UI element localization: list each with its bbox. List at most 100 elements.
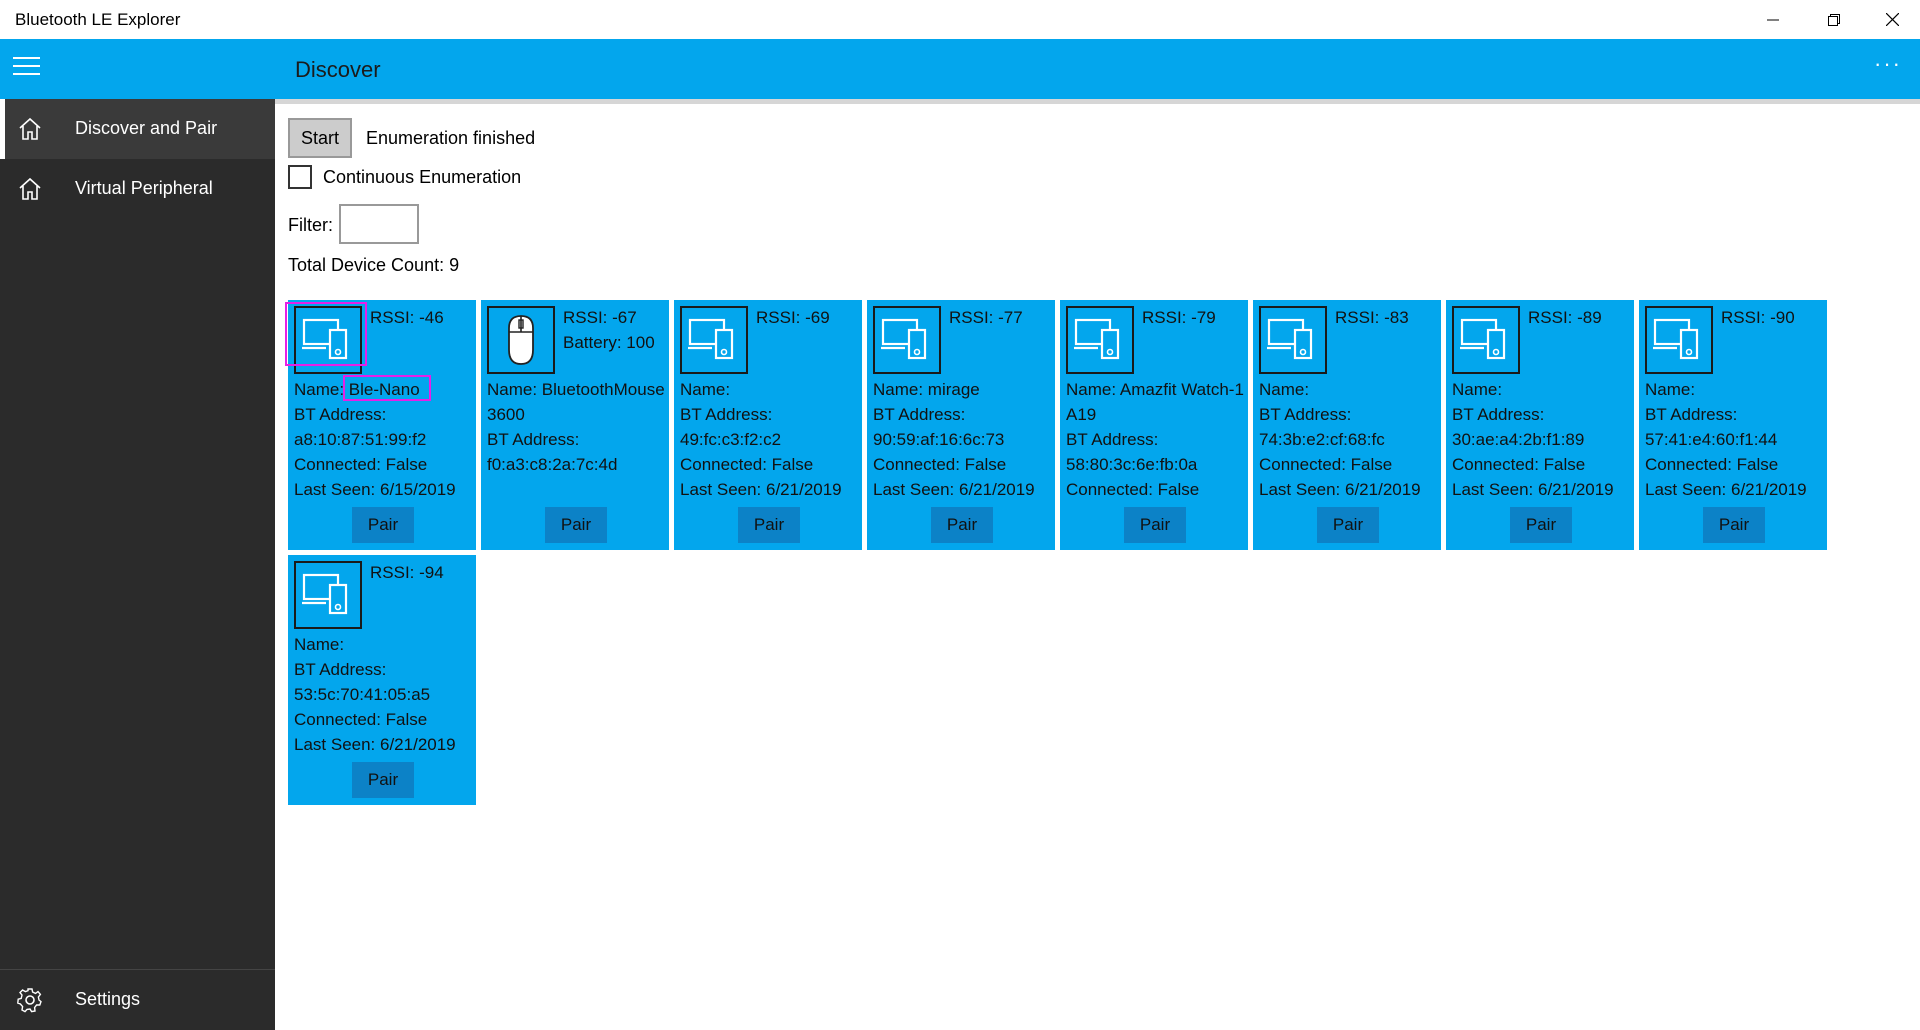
sidebar-item-virtual-peripheral[interactable]: Virtual Peripheral [0,159,275,219]
mouse-icon [487,306,555,374]
device-info: Name: mirage BT Address: 90:59:af:16:6c:73… [873,377,1053,502]
bt-address-value: 53:5c:70:41:05:a5 [294,685,431,704]
computer-phone-icon [1066,306,1134,374]
minimize-button[interactable] [1745,0,1801,39]
device-name: Name: [1645,380,1696,399]
sidebar: Discover and Pair Virtual Peripheral Set… [0,99,275,1030]
page-title: Discover [295,57,381,82]
device-info: Name: BT Address: 30:ae:a4:2b:f1:89 Connect… [1452,377,1632,502]
device-tile[interactable]: RSSI: -69 Name: BT Address: 49:fc:c3:f2:c2 C… [674,300,862,550]
last-seen: Last Seen: 6/21/2019 [1452,480,1614,499]
rssi-value: RSSI: -69 [756,308,830,327]
connection-status: Connected: False [294,710,428,729]
device-info: Name: BT Address: 53:5c:70:41:05:a5 Connect… [294,632,474,757]
last-seen: Last Seen: 6/21/2019 [680,480,842,499]
bt-address-value: 58:80:3c:6e:fb:0a [1066,455,1198,474]
restore-icon [1828,13,1840,26]
start-button[interactable]: Start [288,118,352,158]
selection-indicator [0,99,5,159]
bt-address-value: 90:59:af:16:6c:73 [873,430,1005,449]
app-title: Bluetooth LE Explorer [15,10,181,29]
hamburger-menu-icon[interactable] [13,57,45,81]
computer-phone-icon [1645,306,1713,374]
bt-address-value: 74:3b:e2:cf:68:fc [1259,430,1385,449]
filter-input[interactable] [339,204,419,244]
device-tile[interactable]: RSSI: -90 Name: BT Address: 57:41:e4:60:f1:… [1639,300,1827,550]
bt-address-label: BT Address: [294,660,387,679]
bt-address-value: f0:a3:c8:2a:7c:4d [487,455,618,474]
sidebar-item-label: Virtual Peripheral [75,178,213,198]
connection-status: Connected: False [1066,480,1200,499]
computer-phone-icon [1452,306,1520,374]
bt-address-label: BT Address: [487,430,580,449]
sidebar-item-settings[interactable]: Settings [0,970,275,1030]
bt-address-label: BT Address: [1452,405,1545,424]
filter-label: Filter: [288,215,333,235]
bt-address-label: BT Address: [680,405,773,424]
device-info: Name: BT Address: 49:fc:c3:f2:c2 Connected:… [680,377,860,502]
pair-button[interactable]: Pair [352,762,414,798]
bt-address-label: BT Address: [1645,405,1738,424]
device-tile[interactable]: RSSI: -79 Name: Amazfit Watch-1A19 BT Addr… [1060,300,1248,550]
device-info: Name: BT Address: 57:41:e4:60:f1:44 Connect… [1645,377,1825,502]
device-name: Name: [680,380,731,399]
bt-address-label: BT Address: [294,405,387,424]
device-tile[interactable]: RSSI: -67 Battery: 100 Name: BluetoothMous… [481,300,669,550]
device-name: Name: Amazfit Watch-1A19 [1066,380,1244,424]
enumeration-status: Enumeration finished [366,128,536,148]
rssi-value: RSSI: -77 [949,308,1023,327]
restore-button[interactable] [1806,0,1862,39]
pair-button[interactable]: Pair [1317,507,1379,543]
gear-icon [17,988,42,1013]
pair-button[interactable]: Pair [1703,507,1765,543]
device-name: Name: mirage [873,380,980,399]
continuous-enumeration-checkbox[interactable] [288,165,312,189]
bt-address-value: 49:fc:c3:f2:c2 [680,430,782,449]
last-seen: Last Seen: 6/21/2019 [1645,480,1807,499]
pair-button[interactable]: Pair [1510,507,1572,543]
bt-address-value: 30:ae:a4:2b:f1:89 [1452,430,1585,449]
computer-phone-icon [1259,306,1327,374]
device-name: Name: [294,635,345,654]
bt-address-value: a8:10:87:51:99:f2 [294,430,427,449]
home-icon [19,117,41,140]
pair-button[interactable]: Pair [738,507,800,543]
rssi-value: RSSI: -79 [1142,308,1216,327]
continuous-enumeration-label[interactable]: Continuous Enumeration [323,167,521,188]
rssi-value: RSSI: -83 [1335,308,1409,327]
device-tile[interactable]: RSSI: -89 Name: BT Address: 30:ae:a4:2b:f1:… [1446,300,1634,550]
pair-button[interactable]: Pair [931,507,993,543]
device-info: Name: Amazfit Watch-1A19 BT Address: 58:80… [1066,377,1246,502]
close-button[interactable] [1864,0,1920,39]
minimize-icon [1767,19,1779,20]
device-info: Name: BluetoothMouse3600 BT Address: f0:a3… [487,377,667,477]
device-name: Name: BluetoothMouse3600 [487,380,665,424]
connection-status: Connected: False [1259,455,1393,474]
rssi-value: RSSI: -67 [563,308,637,327]
pair-button[interactable]: Pair [352,507,414,543]
bt-address-label: BT Address: [1259,405,1352,424]
sidebar-item-label: Settings [75,989,141,1009]
device-tile[interactable]: RSSI: -77 Name: mirage BT Address: 90:59:af… [867,300,1055,550]
pair-button[interactable]: Pair [545,507,607,543]
last-seen: Last Seen: 6/21/2019 [873,480,1035,499]
more-options-button[interactable]: ··· [1874,51,1902,77]
pair-button[interactable]: Pair [1124,507,1186,543]
rssi-value: RSSI: -94 [370,563,444,582]
connection-status: Connected: False [873,455,1007,474]
computer-phone-icon [294,561,362,629]
computer-phone-icon [680,306,748,374]
device-name: Name: [1452,380,1503,399]
sidebar-item-discover-and-pair[interactable]: Discover and Pair [0,99,275,159]
home-icon [19,177,41,200]
last-seen: Last Seen: 6/15/2019 [294,480,456,499]
connection-status: Connected: False [680,455,814,474]
device-tile[interactable]: RSSI: -94 Name: BT Address: 53:5c:70:41:05:… [288,555,476,805]
bt-address-label: BT Address: [873,405,966,424]
bt-address-label: BT Address: [1066,430,1159,449]
last-seen: Last Seen: 6/21/2019 [1259,480,1421,499]
last-seen: Last Seen: 6/21/2019 [294,735,456,754]
device-count: Total Device Count: 9 [288,255,460,275]
device-tile[interactable]: RSSI: -83 Name: BT Address: 74:3b:e2:cf:68:… [1253,300,1441,550]
rssi-value: RSSI: -46 [370,308,444,327]
